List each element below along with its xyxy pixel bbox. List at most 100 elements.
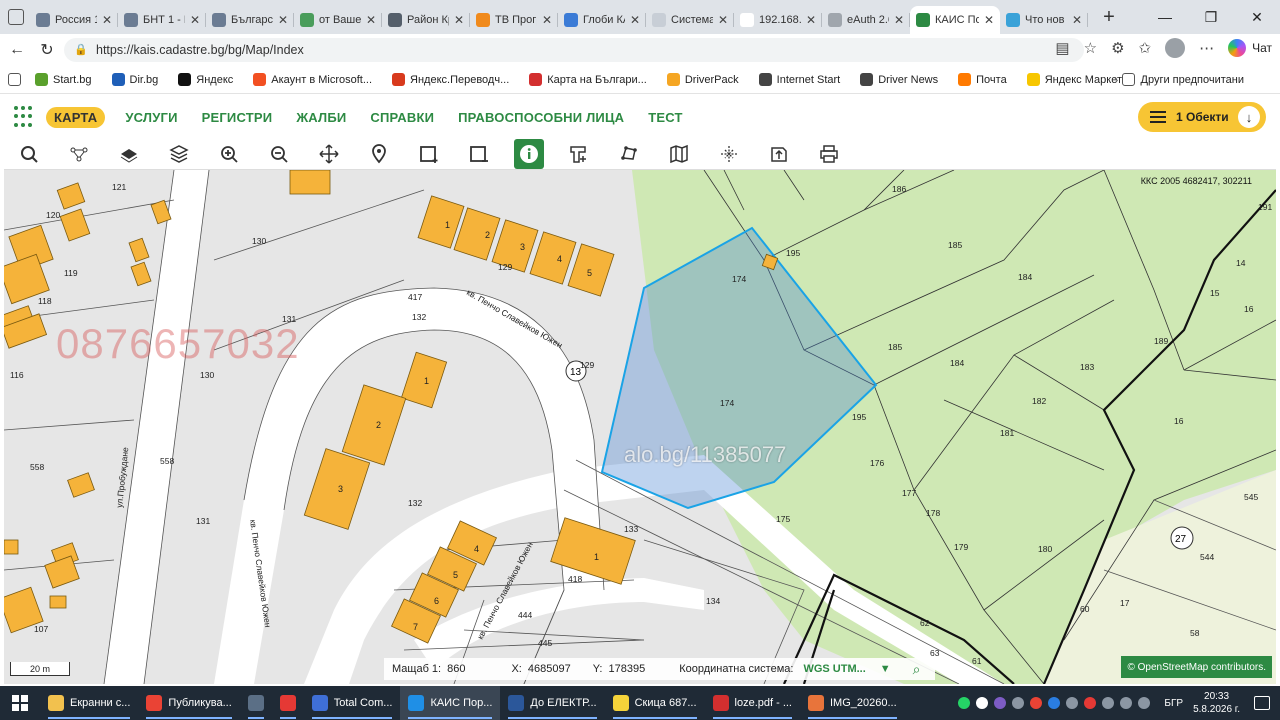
nav-menu-item[interactable]: ТЕСТ xyxy=(648,110,682,125)
minimize-button[interactable]: — xyxy=(1142,0,1188,34)
browser-tab[interactable]: БНТ 1 - Е ✕ xyxy=(118,6,206,34)
other-favorites[interactable]: Други предпочитани xyxy=(1121,73,1244,86)
browser-tab[interactable]: Район Кр ✕ xyxy=(382,6,470,34)
network-icon[interactable] xyxy=(1102,697,1115,709)
browser-tab[interactable]: eAuth 2.0 ✕ xyxy=(822,6,910,34)
taskbar-app[interactable] xyxy=(272,686,304,720)
taskbar-app[interactable]: Екранни с... xyxy=(40,686,138,720)
copilot-button[interactable]: Чат xyxy=(1228,39,1272,57)
crs-dropdown-icon[interactable]: ▼ xyxy=(880,663,891,675)
taskbar-app[interactable]: КАИС Пор... xyxy=(400,686,501,720)
app-tray-icon[interactable] xyxy=(1084,697,1097,709)
browser-tab[interactable]: Българск ✕ xyxy=(206,6,294,34)
search-icon[interactable] xyxy=(14,139,44,169)
close-tab-icon[interactable]: ✕ xyxy=(806,13,816,27)
extensions-icon[interactable]: ⚙ xyxy=(1111,39,1124,57)
tab-actions-icon[interactable] xyxy=(8,9,24,25)
nav-menu-item[interactable]: РЕГИСТРИ xyxy=(202,110,273,125)
taskbar-app[interactable]: Total Com... xyxy=(304,686,401,720)
select-rect-icon[interactable] xyxy=(414,139,444,169)
close-tab-icon[interactable]: ✕ xyxy=(102,13,112,27)
bookmark-item[interactable]: Dir.bg xyxy=(111,73,158,86)
print-icon[interactable] xyxy=(814,139,844,169)
export-icon[interactable] xyxy=(764,139,794,169)
volume-icon[interactable] xyxy=(1120,697,1133,709)
layers-tree-icon[interactable] xyxy=(64,139,94,169)
browser-tab[interactable]: Система ✕ xyxy=(646,6,734,34)
cadastral-map[interactable]: 12345 123 1 4567 13 27 130 130 131 132 417 1… xyxy=(4,170,1276,684)
reload-button[interactable]: ↻ xyxy=(32,35,62,65)
osm-attribution[interactable]: © OpenStreetMap contributors. xyxy=(1121,656,1272,678)
marker-icon[interactable] xyxy=(364,139,394,169)
nav-menu-item[interactable]: КАРТА xyxy=(46,106,106,128)
back-button[interactable]: ← xyxy=(2,35,32,65)
whatsapp-icon[interactable] xyxy=(958,697,971,709)
reader-view-icon[interactable]: ▤ xyxy=(1055,39,1069,57)
browser-tab[interactable]: Глоби КА ✕ xyxy=(558,6,646,34)
polygon-icon[interactable] xyxy=(614,139,644,169)
maximize-button[interactable]: ❐ xyxy=(1188,0,1234,34)
apps-grid-icon[interactable] xyxy=(14,106,36,128)
browser-tab[interactable]: ТВ Прогр ✕ xyxy=(470,6,558,34)
close-window-button[interactable]: ✕ xyxy=(1234,0,1280,34)
nav-menu-item[interactable]: УСЛУГИ xyxy=(125,110,177,125)
reading-list-icon[interactable] xyxy=(8,73,21,86)
taskbar-app[interactable]: Публикува... xyxy=(138,686,239,720)
taskbar-app[interactable] xyxy=(240,686,272,720)
browser-tab[interactable]: от Вашет ✕ xyxy=(294,6,382,34)
close-tab-icon[interactable]: ✕ xyxy=(278,13,288,27)
browser-tab[interactable]: Россия 1 ✕ xyxy=(30,6,118,34)
profile-avatar[interactable] xyxy=(1165,38,1186,58)
taskbar-app[interactable]: Скица 687... xyxy=(605,686,705,720)
map-canvas[interactable]: 12345 123 1 4567 13 27 130130131 1324171… xyxy=(4,170,1276,684)
nav-menu-item[interactable]: СПРАВКИ xyxy=(370,110,434,125)
close-tab-icon[interactable]: ✕ xyxy=(630,13,640,27)
more-bookmarks-icon[interactable]: › xyxy=(1114,72,1118,87)
shield-icon[interactable] xyxy=(1066,697,1079,709)
bookmark-item[interactable]: Internet Start xyxy=(758,73,840,86)
close-tab-icon[interactable]: ✕ xyxy=(984,13,994,27)
close-tab-icon[interactable]: ✕ xyxy=(454,13,464,27)
bookmark-item[interactable]: Яндекс xyxy=(178,73,233,86)
info-icon[interactable] xyxy=(514,138,544,169)
measure-icon[interactable] xyxy=(564,139,594,169)
language-indicator[interactable]: БГР xyxy=(1164,698,1183,709)
close-tab-icon[interactable]: ✕ xyxy=(894,13,904,27)
favorite-star-icon[interactable]: ☆ xyxy=(1084,39,1097,57)
bookmark-item[interactable]: Яндекс.Переводч... xyxy=(392,73,509,86)
zoom-out-icon[interactable] xyxy=(264,139,294,169)
start-button[interactable] xyxy=(0,686,40,720)
clock[interactable]: 20:33 5.8.2026 г. xyxy=(1193,690,1240,716)
coordinate-search-icon[interactable]: ⌕ xyxy=(913,661,921,678)
more-menu-icon[interactable]: ⋯ xyxy=(1199,39,1214,57)
browser-tab[interactable]: Что нов ✕ xyxy=(1000,6,1088,34)
objects-button[interactable]: 1 Обекти ↓ xyxy=(1138,102,1266,132)
layers-stack-icon[interactable] xyxy=(164,139,194,169)
bookmark-item[interactable]: Почта xyxy=(958,73,1007,86)
coordinates-icon[interactable] xyxy=(714,139,744,169)
layer-icon[interactable] xyxy=(114,139,144,169)
close-tab-icon[interactable]: ✕ xyxy=(366,13,376,27)
viber-icon[interactable] xyxy=(994,697,1007,709)
notifications-icon[interactable] xyxy=(1254,696,1270,710)
browser-tab[interactable]: КАИС По ✕ xyxy=(910,6,1000,34)
chrome-tray-icon[interactable] xyxy=(1030,697,1043,709)
close-tab-icon[interactable]: ✕ xyxy=(542,13,552,27)
bluetooth-icon[interactable] xyxy=(1048,697,1061,709)
taskbar-app[interactable]: loze.pdf - ... xyxy=(705,686,800,720)
favorites-icon[interactable]: ✩ xyxy=(1139,39,1152,57)
zoom-in-icon[interactable] xyxy=(214,139,244,169)
bookmark-item[interactable]: DriverPack xyxy=(666,73,739,86)
taskbar-app[interactable]: До ЕЛЕКТР... xyxy=(500,686,604,720)
bookmark-item[interactable]: Driver News xyxy=(860,73,938,86)
close-tab-icon[interactable]: ✕ xyxy=(1072,13,1082,27)
bookmark-item[interactable]: Акаунт в Microsoft... xyxy=(253,73,372,86)
new-tab-button[interactable]: + xyxy=(1096,4,1122,30)
yandex-tray-icon[interactable] xyxy=(976,697,989,709)
bookmark-item[interactable]: Start.bg xyxy=(35,73,92,86)
close-tab-icon[interactable]: ✕ xyxy=(718,13,728,27)
select-area-icon[interactable] xyxy=(464,139,494,169)
cloud-icon[interactable] xyxy=(1012,697,1025,709)
bookmark-item[interactable]: Яндекс Маркет xyxy=(1026,73,1122,86)
crs-select[interactable]: WGS UTM... xyxy=(803,663,865,675)
